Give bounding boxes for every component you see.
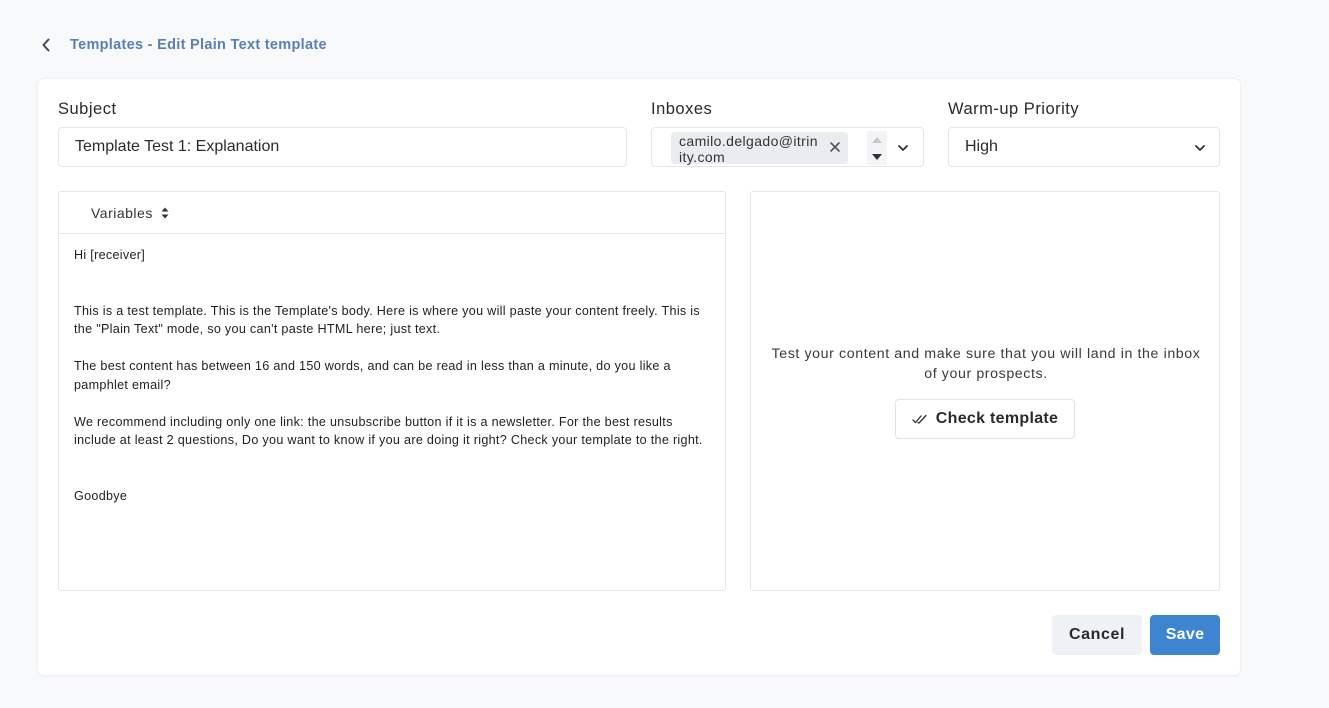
- page-header: Templates - Edit Plain Text template: [38, 34, 327, 56]
- subject-input[interactable]: [59, 128, 626, 166]
- chevron-down-icon[interactable]: [1193, 141, 1207, 155]
- editor-toolbar: Variables: [59, 192, 725, 234]
- variables-button[interactable]: Variables: [91, 205, 169, 221]
- chevron-down-icon[interactable]: [896, 141, 910, 155]
- warmup-priority-value: High: [965, 138, 998, 155]
- subject-field: [58, 127, 627, 167]
- subject-label: Subject: [58, 100, 117, 118]
- caret-down-icon[interactable]: [872, 153, 882, 160]
- cancel-button[interactable]: Cancel: [1052, 615, 1142, 655]
- template-body-editor[interactable]: Variables Hi [receiver] This is a test t…: [58, 191, 726, 591]
- body-paragraph-1: This is a test template. This is the Tem…: [74, 303, 701, 337]
- close-icon[interactable]: [828, 140, 842, 154]
- check-template-button[interactable]: Check template: [895, 399, 1075, 439]
- body-paragraph-2: The best content has between 16 and 150 …: [74, 359, 671, 392]
- body-closing: Goodbye: [74, 488, 128, 503]
- inboxes-select[interactable]: camilo.delgado@itrinity.com: [651, 127, 924, 167]
- back-button[interactable]: [38, 34, 54, 56]
- editor-body[interactable]: Hi [receiver] This is a test template. T…: [59, 234, 725, 517]
- breadcrumb[interactable]: Templates - Edit Plain Text template: [70, 37, 327, 53]
- warmup-priority-select[interactable]: High: [948, 127, 1220, 167]
- save-button[interactable]: Save: [1150, 615, 1220, 655]
- inbox-chip-label: camilo.delgado@itrinity.com: [679, 133, 818, 165]
- warmup-priority-label: Warm-up Priority: [948, 100, 1080, 118]
- body-paragraph-3: We recommend including only one link: th…: [74, 414, 703, 448]
- check-template-label: Check template: [935, 410, 1059, 427]
- inbox-stepper[interactable]: [867, 131, 887, 165]
- chevron-left-icon: [42, 38, 50, 52]
- variables-label: Variables: [91, 204, 153, 221]
- caret-up-icon[interactable]: [872, 136, 882, 143]
- template-check-panel: Test your content and make sure that you…: [750, 191, 1220, 591]
- inbox-chip: camilo.delgado@itrinity.com: [671, 132, 848, 165]
- double-check-icon: [912, 414, 927, 424]
- sort-icon: [161, 207, 169, 218]
- check-description: Test your content and make sure that you…: [771, 346, 1201, 382]
- template-editor-card: Subject Inboxes camilo.delgado@itrinity.…: [38, 79, 1240, 675]
- inboxes-label: Inboxes: [651, 100, 713, 118]
- body-greeting: Hi [receiver]: [74, 248, 146, 262]
